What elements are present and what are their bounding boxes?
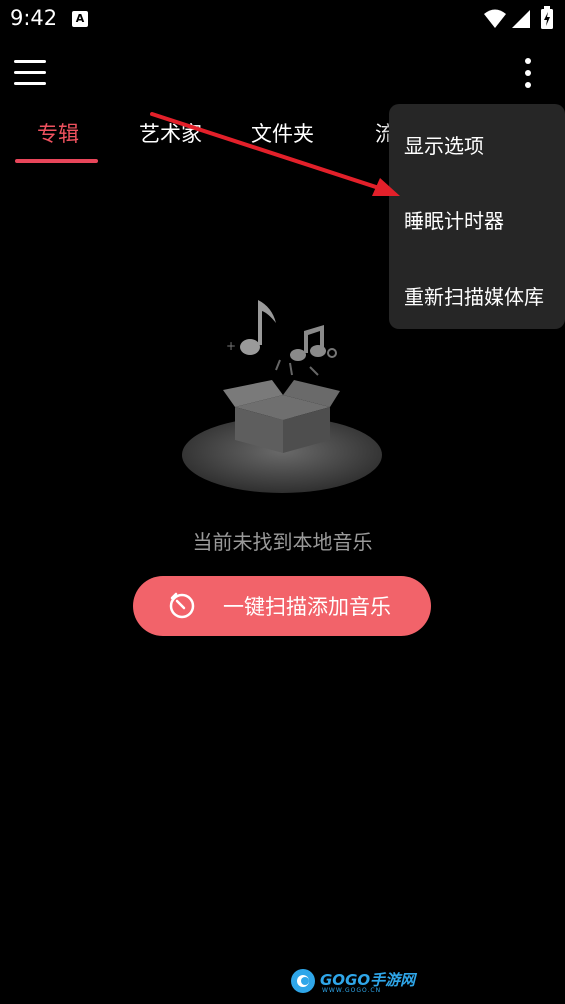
more-vert-icon[interactable] [516, 56, 540, 92]
scan-icon [169, 592, 195, 619]
battery-icon [541, 6, 553, 29]
tab-albums[interactable]: 专辑 [37, 118, 79, 148]
status-time: 9:42 [10, 6, 58, 30]
overflow-menu: 显示选项 睡眠计时器 重新扫描媒体库 [389, 104, 565, 329]
menu-item-sleep-timer[interactable]: 睡眠计时器 [404, 205, 504, 234]
notification-a-icon: A [72, 11, 88, 27]
scan-button-label: 一键扫描添加音乐 [223, 595, 391, 619]
gogo-logo-icon [291, 969, 315, 993]
menu-icon[interactable] [14, 58, 48, 88]
tab-folders[interactable]: 文件夹 [251, 118, 314, 148]
menu-item-display-options[interactable]: 显示选项 [404, 130, 484, 159]
tab-artists[interactable]: 艺术家 [139, 118, 202, 148]
signal-icon [512, 10, 530, 28]
music-box-icon: + [182, 300, 382, 493]
menu-item-rescan-library[interactable]: 重新扫描媒体库 [404, 281, 544, 310]
watermark-logo: GOGO手游网 WWW.GOGO.CN [290, 966, 415, 996]
svg-text:+: + [226, 339, 236, 353]
wifi-icon [484, 9, 506, 28]
tab-indicator [15, 159, 98, 163]
status-bar: 9:42 A [0, 0, 565, 40]
empty-state-message: 当前未找到本地音乐 [192, 530, 373, 554]
scan-add-music-button[interactable]: 一键扫描添加音乐 [133, 576, 431, 636]
watermark-subtext: WWW.GOGO.CN [322, 987, 382, 994]
